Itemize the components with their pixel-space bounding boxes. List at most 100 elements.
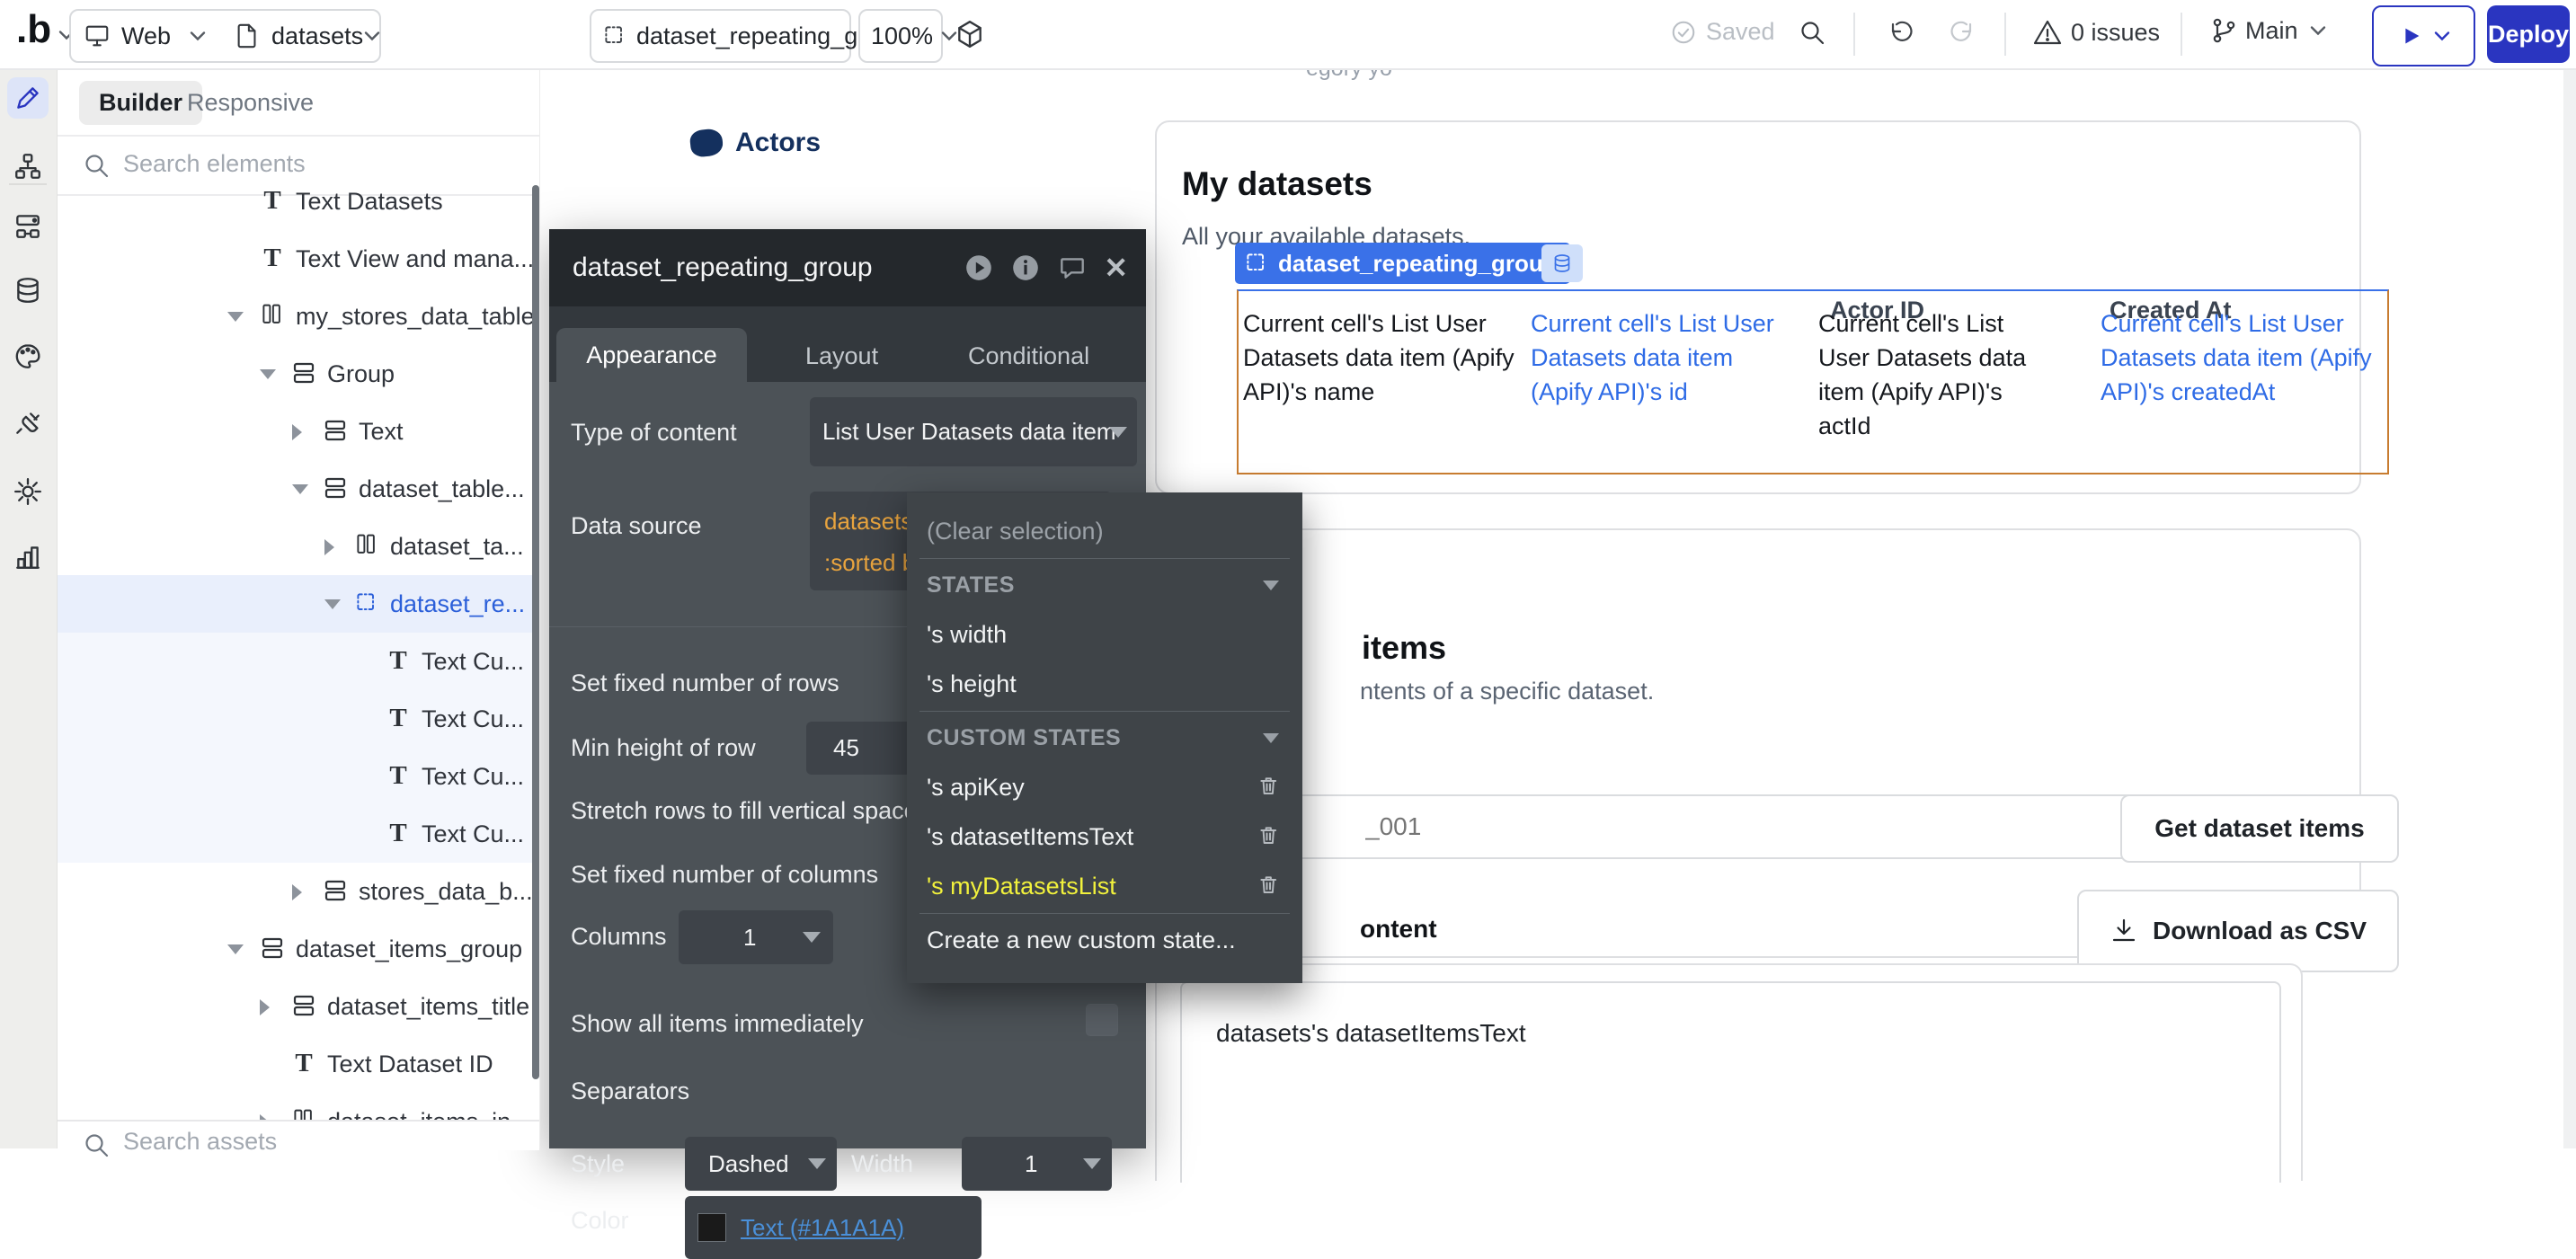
caret-right-icon[interactable] — [260, 999, 270, 1015]
issues-indicator[interactable]: 0 issues — [2033, 18, 2160, 47]
rg-cell-expression[interactable]: Current cell's List User Datasets data i… — [2101, 306, 2393, 409]
menu-item-custom-states[interactable]: CUSTOM STATES — [907, 714, 1302, 763]
tab-builder[interactable]: Builder — [79, 81, 202, 125]
dataset-content-textarea[interactable]: datasets's datasetItemsText — [1180, 981, 2281, 1183]
caret-down-icon[interactable] — [227, 312, 244, 322]
caret-down-icon[interactable] — [227, 944, 244, 954]
tab-conditional[interactable]: Conditional — [968, 342, 1089, 370]
undo-icon[interactable] — [1886, 17, 1914, 46]
chevron-down-icon[interactable] — [363, 30, 381, 42]
tree-scrollbar[interactable] — [532, 185, 539, 1079]
tree-item-group[interactable]: Group — [57, 345, 532, 403]
caret-down-icon[interactable] — [260, 369, 276, 379]
platform-label[interactable]: Web — [121, 22, 171, 50]
trash-icon[interactable] — [1257, 775, 1283, 800]
search-icon[interactable] — [1798, 18, 1826, 47]
tree-item-text-cu[interactable]: TText Cu... — [57, 633, 532, 690]
canvas-scrollbar[interactable] — [2563, 68, 2576, 1148]
zoom-selector[interactable]: 100% — [858, 9, 943, 63]
show-all-items-checkbox[interactable] — [1086, 1004, 1118, 1036]
menu-item-s-height[interactable]: 's height — [907, 660, 1302, 709]
rg-cell-expression[interactable]: Current cell's List User Datasets data i… — [1243, 306, 1517, 409]
caret-right-icon[interactable] — [324, 539, 334, 555]
caret-right-icon[interactable] — [292, 424, 302, 440]
menu-item-s-datasetitemstext[interactable]: 's datasetItemsText — [907, 812, 1302, 862]
bubble-logo[interactable]: .b — [16, 7, 51, 52]
caret-down-icon[interactable] — [324, 599, 341, 609]
tree-item-text-cu[interactable]: TText Cu... — [57, 748, 532, 805]
rail-item-styles-palette-icon[interactable] — [7, 335, 49, 377]
separator-width-select[interactable]: 1 — [962, 1137, 1112, 1191]
rg-cell-expression[interactable]: Current cell's List User Datasets data i… — [1531, 306, 1778, 409]
deploy-button[interactable]: Deploy — [2487, 5, 2570, 63]
tree-item-text-cu[interactable]: TText Cu... — [57, 690, 532, 748]
rail-item-database-icon[interactable] — [7, 270, 49, 311]
preview-run-button[interactable] — [2372, 5, 2475, 66]
search-assets-input[interactable] — [121, 1127, 449, 1157]
search-assets-bar — [57, 1120, 539, 1150]
comment-bubble-icon[interactable] — [1057, 253, 1088, 283]
tree-item-label: my_stores_data_table — [296, 303, 535, 331]
repeating-group-icon — [602, 23, 627, 49]
property-editor-header[interactable]: dataset_repeating_group ✕ — [549, 229, 1146, 306]
tree-item-dataset-items-group[interactable]: dataset_items_group — [57, 920, 532, 978]
type-of-content-select[interactable]: List User Datasets data item — [810, 397, 1137, 466]
rail-item-settings-gear-icon[interactable] — [7, 471, 49, 512]
chevron-down-icon[interactable] — [189, 30, 207, 42]
separator-color-picker[interactable]: Text (#1A1A1A) — [685, 1196, 982, 1259]
tree-item-my-stores-data-table[interactable]: my_stores_data_table — [57, 288, 532, 345]
separator-style-select[interactable]: Dashed — [685, 1137, 837, 1191]
tab-layout[interactable]: Layout — [805, 342, 878, 370]
info-circle-icon[interactable] — [1010, 253, 1041, 283]
trash-icon[interactable] — [1257, 824, 1283, 849]
dataset-id-input[interactable] — [1237, 794, 2151, 859]
get-dataset-items-button[interactable]: Get dataset items — [2120, 794, 2399, 863]
rail-item-plugins-plug-icon[interactable] — [7, 402, 49, 443]
rail-item-components-icon[interactable] — [7, 205, 49, 246]
tree-item-stores-data-b[interactable]: stores_data_b... — [57, 863, 532, 920]
caret-right-icon[interactable] — [292, 884, 302, 900]
tree-item-dataset-table[interactable]: dataset_table... — [57, 460, 532, 518]
repeating-element-icon — [354, 590, 379, 616]
redo-icon[interactable] — [1949, 17, 1977, 46]
tree-item-text-datasets[interactable]: TText Datasets — [57, 173, 532, 230]
tab-responsive[interactable]: Responsive — [187, 89, 314, 117]
menu-item-s-width[interactable]: 's width — [907, 610, 1302, 660]
menu-item-create-a-new-custom-state[interactable]: Create a new custom state... — [907, 916, 1302, 965]
type-of-content-label: Type of content — [571, 419, 737, 447]
rg-cell-expression[interactable]: Current cell's List User Datasets data i… — [1818, 306, 2047, 443]
menu-item-s-mydatasetslist[interactable]: 's myDatasetsList — [907, 862, 1302, 911]
tab-appearance[interactable]: Appearance — [556, 328, 747, 382]
tree-item-dataset-re[interactable]: dataset_re... — [57, 575, 532, 633]
tree-item-text[interactable]: Text — [57, 403, 532, 460]
columns-element-icon — [354, 533, 379, 558]
close-icon[interactable]: ✕ — [1104, 251, 1128, 285]
tree-item-dataset-ta[interactable]: dataset_ta... — [57, 518, 532, 575]
show-all-items-label: Show all items immediately — [571, 1010, 864, 1038]
element-tree: TText DatasetsTText View and mana... my_s… — [57, 173, 539, 1125]
rail-item-logs-chart-icon[interactable] — [7, 536, 49, 577]
data-source-badge[interactable] — [1541, 244, 1583, 282]
rail-item-workflow-sitemap-icon[interactable] — [7, 146, 49, 187]
play-circle-icon[interactable] — [964, 253, 994, 283]
repeating-group-icon — [1244, 251, 1269, 276]
menu-item-states[interactable]: STATES — [907, 561, 1302, 610]
rail-item-design-pencil-icon[interactable] — [7, 77, 49, 119]
tree-item-text-cu[interactable]: TText Cu... — [57, 805, 532, 863]
component-cube-icon[interactable] — [955, 19, 985, 49]
git-branch-icon — [2209, 16, 2238, 45]
menu-item-s-apikey[interactable]: 's apiKey — [907, 763, 1302, 812]
caret-down-icon[interactable] — [292, 484, 308, 494]
page-selector[interactable]: datasets — [271, 22, 363, 50]
element-tab[interactable]: dataset_repeating_group ✕ — [590, 9, 851, 63]
selected-element-badge[interactable]: dataset_repeating_group — [1235, 243, 1570, 284]
download-as-csv-button[interactable]: Download as CSV — [2077, 890, 2399, 972]
tree-item-text-dataset-id[interactable]: TText Dataset ID — [57, 1035, 532, 1093]
columns-select[interactable]: 1 — [679, 910, 833, 964]
tree-item-dataset-items-title[interactable]: dataset_items_title — [57, 978, 532, 1035]
tree-item-text-view-and-mana[interactable]: TText View and mana... — [57, 230, 532, 288]
branch-selector[interactable]: Main — [2209, 16, 2327, 45]
repeating-group-row: Current cell's List User Datasets data i… — [1157, 122, 2359, 492]
menu-item-clear-selection[interactable]: (Clear selection) — [907, 507, 1302, 556]
trash-icon[interactable] — [1257, 873, 1283, 899]
